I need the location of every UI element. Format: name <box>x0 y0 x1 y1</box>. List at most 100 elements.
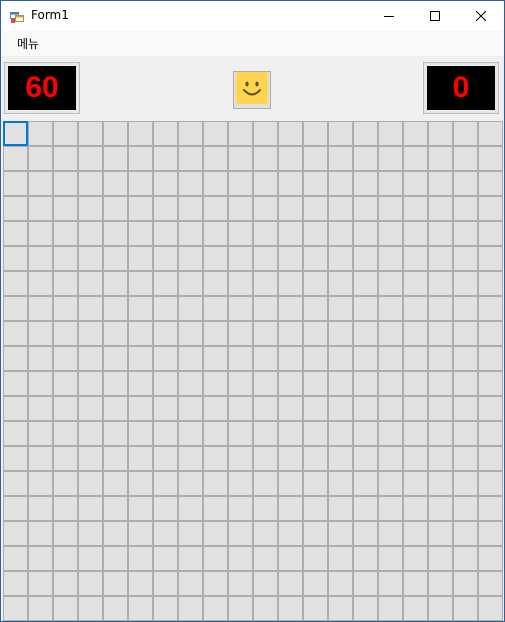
minefield-cell[interactable] <box>78 196 103 221</box>
minefield-cell[interactable] <box>53 171 78 196</box>
minefield-cell[interactable] <box>53 121 78 146</box>
minefield-cell[interactable] <box>453 296 478 321</box>
minefield-cell[interactable] <box>403 271 428 296</box>
minefield-cell[interactable] <box>203 596 228 621</box>
minefield-cell[interactable] <box>478 321 503 346</box>
minefield-cell[interactable] <box>128 146 153 171</box>
minefield-cell[interactable] <box>53 221 78 246</box>
minefield-cell[interactable] <box>3 121 28 146</box>
minefield-cell[interactable] <box>478 496 503 521</box>
minefield-cell[interactable] <box>53 196 78 221</box>
minefield-cell[interactable] <box>228 196 253 221</box>
minefield-cell[interactable] <box>228 521 253 546</box>
minefield-cell[interactable] <box>153 121 178 146</box>
minefield-cell[interactable] <box>103 221 128 246</box>
minefield-cell[interactable] <box>203 346 228 371</box>
minefield-cell[interactable] <box>178 271 203 296</box>
minefield-cell[interactable] <box>378 121 403 146</box>
minefield-cell[interactable] <box>278 321 303 346</box>
minefield-cell[interactable] <box>103 446 128 471</box>
minefield-cell[interactable] <box>478 371 503 396</box>
minefield-cell[interactable] <box>428 321 453 346</box>
minefield-cell[interactable] <box>453 121 478 146</box>
minefield-cell[interactable] <box>178 121 203 146</box>
minefield-cell[interactable] <box>328 346 353 371</box>
minefield-cell[interactable] <box>303 146 328 171</box>
minefield-cell[interactable] <box>228 371 253 396</box>
minefield-cell[interactable] <box>178 171 203 196</box>
minefield-cell[interactable] <box>253 546 278 571</box>
minefield-cell[interactable] <box>228 446 253 471</box>
minefield-cell[interactable] <box>278 246 303 271</box>
minefield-cell[interactable] <box>478 446 503 471</box>
minefield-cell[interactable] <box>3 271 28 296</box>
minefield-cell[interactable] <box>128 171 153 196</box>
minefield-cell[interactable] <box>478 421 503 446</box>
minefield-cell[interactable] <box>378 496 403 521</box>
minefield-cell[interactable] <box>328 121 353 146</box>
minefield-cell[interactable] <box>403 371 428 396</box>
minefield-cell[interactable] <box>453 371 478 396</box>
minefield-cell[interactable] <box>53 371 78 396</box>
minefield-cell[interactable] <box>178 471 203 496</box>
minefield-cell[interactable] <box>53 321 78 346</box>
minefield-cell[interactable] <box>328 271 353 296</box>
minefield-cell[interactable] <box>153 321 178 346</box>
minefield-cell[interactable] <box>178 296 203 321</box>
minefield-cell[interactable] <box>453 321 478 346</box>
minefield-cell[interactable] <box>228 271 253 296</box>
minefield-cell[interactable] <box>428 371 453 396</box>
minefield-cell[interactable] <box>353 446 378 471</box>
minefield-cell[interactable] <box>303 596 328 621</box>
minefield-cell[interactable] <box>278 271 303 296</box>
minefield-cell[interactable] <box>3 396 28 421</box>
minefield-cell[interactable] <box>3 196 28 221</box>
minefield-cell[interactable] <box>153 146 178 171</box>
minefield-cell[interactable] <box>378 196 403 221</box>
minefield-cell[interactable] <box>378 371 403 396</box>
minefield-cell[interactable] <box>478 121 503 146</box>
minefield-cell[interactable] <box>3 221 28 246</box>
minefield-cell[interactable] <box>203 146 228 171</box>
minefield-cell[interactable] <box>228 346 253 371</box>
minefield-cell[interactable] <box>78 571 103 596</box>
minefield-cell[interactable] <box>453 221 478 246</box>
minefield-cell[interactable] <box>403 196 428 221</box>
minefield-cell[interactable] <box>153 171 178 196</box>
minefield-cell[interactable] <box>78 246 103 271</box>
minefield-cell[interactable] <box>278 171 303 196</box>
minefield-cell[interactable] <box>353 171 378 196</box>
minefield-cell[interactable] <box>453 171 478 196</box>
minefield-cell[interactable] <box>178 446 203 471</box>
minefield-cell[interactable] <box>453 496 478 521</box>
minefield-cell[interactable] <box>303 421 328 446</box>
minefield-cell[interactable] <box>28 196 53 221</box>
minefield-cell[interactable] <box>253 371 278 396</box>
minefield-cell[interactable] <box>228 496 253 521</box>
minefield-cell[interactable] <box>78 396 103 421</box>
minefield-cell[interactable] <box>428 596 453 621</box>
minefield-cell[interactable] <box>228 546 253 571</box>
minefield-cell[interactable] <box>353 146 378 171</box>
menu-item-menu[interactable]: 메뉴 <box>11 33 45 54</box>
minefield-cell[interactable] <box>178 571 203 596</box>
minefield-cell[interactable] <box>378 471 403 496</box>
minefield-cell[interactable] <box>303 221 328 246</box>
minefield-cell[interactable] <box>28 271 53 296</box>
close-button[interactable] <box>458 1 504 31</box>
minefield-cell[interactable] <box>278 496 303 521</box>
minefield-cell[interactable] <box>353 371 378 396</box>
minefield-cell[interactable] <box>328 246 353 271</box>
minefield-cell[interactable] <box>253 296 278 321</box>
minefield-cell[interactable] <box>28 421 53 446</box>
minefield-cell[interactable] <box>428 221 453 246</box>
minefield-cell[interactable] <box>303 171 328 196</box>
minefield-cell[interactable] <box>203 546 228 571</box>
minefield-cell[interactable] <box>153 421 178 446</box>
minefield-cell[interactable] <box>178 146 203 171</box>
minefield-cell[interactable] <box>403 246 428 271</box>
minefield-cell[interactable] <box>3 246 28 271</box>
minefield-cell[interactable] <box>353 596 378 621</box>
minefield-cell[interactable] <box>428 121 453 146</box>
minefield-cell[interactable] <box>103 371 128 396</box>
